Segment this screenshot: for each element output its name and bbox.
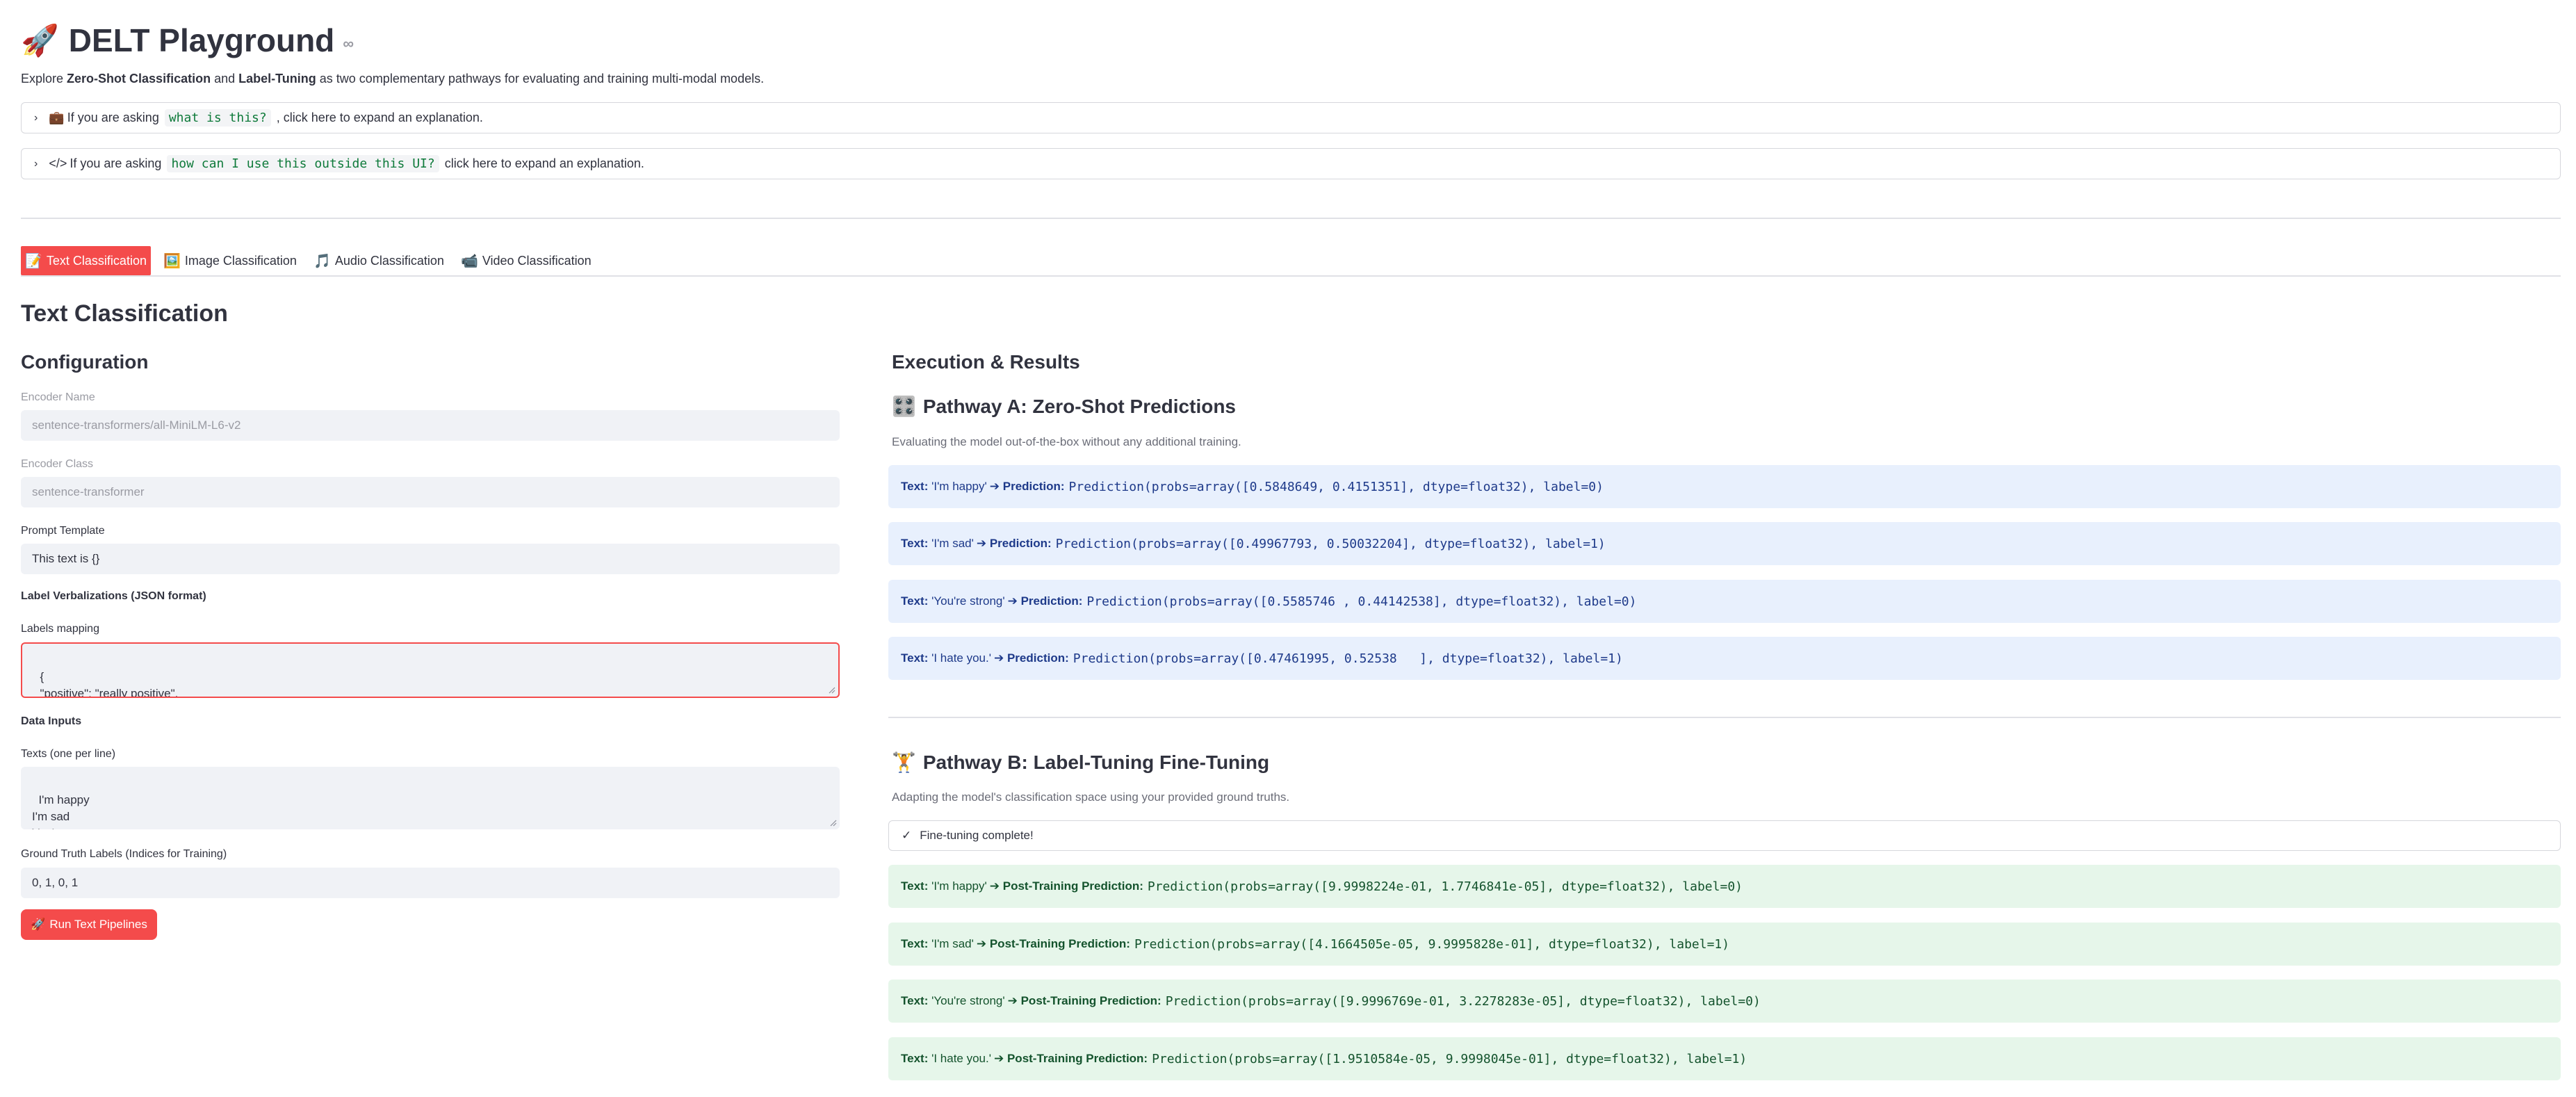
tab-video-classification[interactable]: 📹 Video Classification	[457, 246, 596, 275]
zero-shot-result: Text: 'I'm happy' ➔ Prediction: Predicti…	[888, 465, 2561, 508]
pathway-a-description: Evaluating the model out-of-the-box with…	[892, 435, 1241, 448]
how-to-use-expander[interactable]: › </> If you are asking how can I use th…	[21, 148, 2561, 179]
tab-image-classification[interactable]: 🖼️ Image Classification	[159, 246, 301, 275]
pathway-b-description: Adapting the model's classification spac…	[892, 790, 1290, 804]
post-training-result: Text: 'You're strong' ➔ Post-Training Pr…	[888, 980, 2561, 1023]
image-icon: 🖼️	[163, 253, 181, 269]
ground-truth-label: Ground Truth Labels (Indices for Trainin…	[21, 848, 227, 860]
pathway-b-title: 🏋️ Pathway B: Label-Tuning Fine-Tuning	[892, 751, 1270, 773]
label-verbalizations-heading: Label Verbalizations (JSON format)	[21, 590, 206, 602]
post-training-result: Text: 'I'm sad' ➔ Post-Training Predicti…	[888, 923, 2561, 966]
zero-shot-result: Text: 'You're strong' ➔ Prediction: Pred…	[888, 580, 2561, 623]
tab-audio-classification[interactable]: 🎵 Audio Classification	[309, 246, 448, 275]
configuration-heading: Configuration	[21, 351, 149, 373]
weight-lifter-icon: 🏋️	[892, 751, 916, 773]
run-text-pipelines-button[interactable]: 🚀 Run Text Pipelines	[21, 909, 157, 940]
music-note-icon: 🎵	[313, 253, 331, 269]
what-is-this-expander[interactable]: › 💼 If you are asking what is this? , cl…	[21, 102, 2561, 133]
section-title: Text Classification	[21, 300, 228, 327]
briefcase-icon: 💼	[49, 111, 65, 124]
pathway-a-title: 🎛️ Pathway A: Zero-Shot Predictions	[892, 396, 1237, 417]
divider	[21, 218, 2561, 219]
resize-handle-icon[interactable]	[829, 818, 837, 827]
texts-textarea[interactable]: I'm happy I'm sad You're strong	[21, 767, 840, 829]
fine-tuning-status: ✓ Fine-tuning complete!	[888, 820, 2561, 851]
post-training-result: Text: 'I'm happy' ➔ Post-Training Predic…	[888, 865, 2561, 908]
prompt-template-input[interactable]: This text is {}	[21, 544, 840, 574]
app-title: DELT Playground	[68, 22, 335, 58]
intro-text: Explore Zero-Shot Classification and Lab…	[21, 72, 765, 86]
page-title: 🚀 DELT Playground ∞	[21, 19, 354, 61]
post-training-result: Text: 'I hate you.' ➔ Post-Training Pred…	[888, 1037, 2561, 1080]
anchor-link-icon[interactable]: ∞	[343, 35, 354, 53]
rocket-icon: 🚀	[31, 918, 46, 931]
tab-underline	[21, 275, 2561, 277]
tab-bar: 📝 Text Classification 🖼️ Image Classific…	[21, 246, 604, 275]
labels-mapping-textarea[interactable]: { "positive": "really positive", "negati…	[21, 642, 840, 698]
chevron-right-icon: ›	[34, 111, 38, 124]
results-heading: Execution & Results	[892, 351, 1080, 373]
zero-shot-result: Text: 'I hate you.' ➔ Prediction: Predic…	[888, 637, 2561, 680]
memo-icon: 📝	[25, 253, 42, 269]
divider	[888, 717, 2561, 718]
encoder-name-input[interactable]: sentence-transformers/all-MiniLM-L6-v2	[21, 410, 840, 441]
texts-label: Texts (one per line)	[21, 748, 116, 760]
rocket-icon: 🚀	[21, 24, 59, 58]
check-icon: ✓	[902, 829, 912, 842]
encoder-name-label: Encoder Name	[21, 391, 95, 403]
prompt-template-label: Prompt Template	[21, 525, 105, 537]
zero-shot-result: Text: 'I'm sad' ➔ Prediction: Prediction…	[888, 522, 2561, 565]
ground-truth-input[interactable]: 0, 1, 0, 1	[21, 868, 840, 898]
labels-mapping-label: Labels mapping	[21, 623, 99, 635]
encoder-class-label: Encoder Class	[21, 458, 94, 470]
encoder-class-input[interactable]: sentence-transformer	[21, 477, 840, 507]
chevron-right-icon: ›	[34, 157, 38, 170]
resize-handle-icon[interactable]	[827, 685, 835, 694]
data-inputs-heading: Data Inputs	[21, 715, 82, 727]
code-icon: </>	[49, 156, 67, 170]
video-camera-icon: 📹	[460, 253, 478, 269]
tab-text-classification[interactable]: 📝 Text Classification	[21, 246, 151, 275]
control-knobs-icon: 🎛️	[892, 396, 916, 417]
